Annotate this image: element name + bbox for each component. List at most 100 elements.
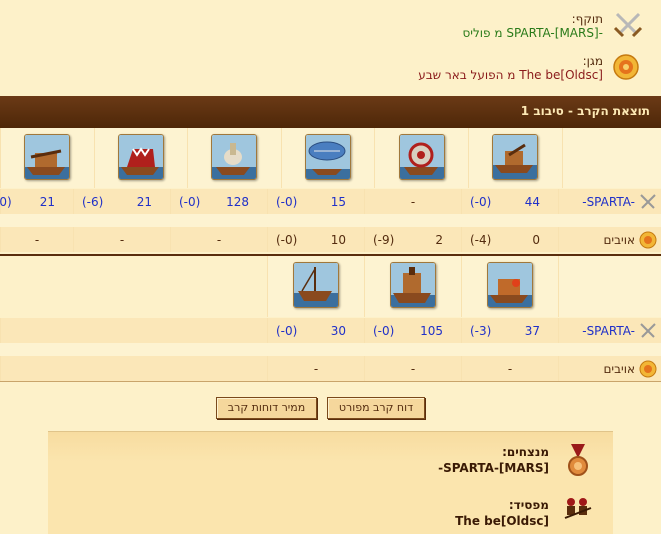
unit-count-cell: 10 (0-) (267, 227, 364, 252)
unit-loss: (0-) (470, 195, 492, 209)
attacker-units-row-1: -SPARTA- 44 (0-) - 15 (0-) 128 (0-) 21 (6-) … (0, 189, 661, 214)
unit-count-cell: 105 (0-) (364, 318, 461, 343)
unit-count-cell: - (364, 189, 461, 214)
empty-dash: - (410, 195, 416, 209)
report-converter-button[interactable]: ממיר דוחות קרב (216, 397, 317, 419)
battle-report: תוקף: -SPARTA-[MARS] מ פוליס מגן: The be… (0, 0, 661, 534)
ram-ship-icon (398, 134, 445, 180)
unit-cell (468, 128, 562, 188)
unit-count-cell: - (364, 356, 461, 381)
attacker-name[interactable]: -SPARTA- (582, 195, 635, 209)
crossed-swords-icon (640, 322, 656, 338)
crossed-swords-icon (613, 10, 643, 40)
unit-loss: (0-) (276, 324, 298, 338)
unit-cell (0, 128, 94, 188)
attacker-value[interactable]: -SPARTA-[MARS] מ פוליס (462, 26, 603, 40)
row-label: אויבים (558, 227, 661, 252)
defender-units-row-1: אויבים 0 (4-) 2 (9-) 10 (0-) - - - (0, 227, 661, 252)
round-shield-icon (613, 54, 643, 84)
unit-cell (267, 256, 364, 317)
attacker-label: תוקף: (571, 12, 603, 26)
unit-loss: (9-) (373, 233, 395, 247)
unit-count-cell: 15 (0-) (267, 189, 364, 214)
unit-count-cell: - (0, 227, 73, 252)
unit-loss: (0- (0, 195, 12, 209)
unit-count: 2 (435, 233, 443, 247)
unit-cell (280, 128, 375, 188)
paddle-speedboat-icon (390, 262, 436, 308)
unit-count: 21 (39, 195, 55, 209)
empty-cell (0, 356, 267, 381)
unit-count-cell: - (267, 356, 364, 381)
empty-dash: - (410, 362, 416, 376)
unit-count-cell: - (73, 227, 170, 252)
round-shield-icon (639, 360, 657, 377)
defender-label: מגן: (582, 54, 603, 68)
unit-count: 15 (330, 195, 346, 209)
medal-icon (563, 444, 593, 478)
unit-count-cell: 44 (0-) (461, 189, 558, 214)
empty-dash: - (34, 233, 40, 247)
unit-count-cell: 37 (3-) (461, 318, 558, 343)
row-spacer (0, 343, 661, 356)
unit-count: 10 (330, 233, 346, 247)
loser-block: מפסיד: The be[Oldsc] (455, 498, 549, 528)
unit-count-cell: 2 (9-) (364, 227, 461, 252)
defender-value[interactable]: The be[Oldsc] מ הפועל באר שבע (418, 68, 603, 82)
unit-loss: (0-) (276, 233, 298, 247)
loser-label: מפסיד: (508, 498, 549, 512)
unit-loss: (0-) (179, 195, 201, 209)
balloon-carrier-icon (305, 134, 352, 180)
unit-loss: (3-) (470, 324, 492, 338)
steam-ram-ship-icon (117, 134, 164, 180)
empty-dash: - (216, 233, 222, 247)
unit-cell (374, 128, 468, 188)
unit-loss: (0-) (276, 195, 298, 209)
defender-units-row-2: אויבים - - - (0, 356, 661, 381)
section-divider (0, 381, 661, 382)
unit-count-cell: 128 (0-) (170, 189, 267, 214)
unit-loss: (0-) (373, 324, 395, 338)
unit-icons-row-1 (0, 128, 661, 188)
round-shield-icon (639, 231, 657, 248)
unit-count: 44 (524, 195, 540, 209)
row-label: -SPARTA- (558, 318, 661, 343)
unit-count: 105 (420, 324, 443, 338)
empty-dash: - (313, 362, 319, 376)
fallen-soldiers-icon (563, 494, 593, 528)
mortar-ship-icon (211, 134, 258, 180)
unit-count-cell: 30 (0-) (267, 318, 364, 343)
unit-count-cell: 21 (0- (0, 189, 73, 214)
unit-count: 128 (226, 195, 249, 209)
row-spacer (0, 214, 661, 227)
winners-label: מנצחים: (502, 445, 549, 459)
detailed-report-button[interactable]: דוח קרב מפורט (327, 397, 425, 419)
winners-value[interactable]: -SPARTA-[MARS] (438, 461, 549, 475)
unit-count-cell: - (170, 227, 267, 252)
battle-summary: מנצחים: -SPARTA-[MARS] מפסיד: The be[Old… (48, 431, 613, 534)
rocket-ship-icon (487, 262, 533, 308)
attacker-name[interactable]: -SPARTA- (582, 324, 635, 338)
unit-count-cell: 21 (6-) (73, 189, 170, 214)
catapult-ship-icon (492, 134, 539, 180)
loser-value[interactable]: The be[Oldsc] (455, 514, 549, 528)
unit-cell (187, 128, 281, 188)
defender-name: אויבים (603, 232, 635, 247)
empty-cell (0, 318, 267, 343)
unit-count: 37 (524, 324, 540, 338)
empty-dash: - (507, 362, 513, 376)
unit-cell (93, 128, 188, 188)
ballista-ship-icon (24, 134, 71, 180)
unit-loss: (6-) (82, 195, 104, 209)
unit-count: 30 (330, 324, 346, 338)
unit-count: 0 (532, 233, 540, 247)
crossed-swords-icon (640, 193, 656, 209)
unit-count: 21 (136, 195, 152, 209)
unit-loss: (4-) (470, 233, 492, 247)
unit-count-cell: 0 (4-) (461, 227, 558, 252)
row-label: אויבים (558, 356, 661, 381)
attacker-units-row-2: -SPARTA- 37 (3-) 105 (0-) 30 (0-) (0, 318, 661, 343)
unit-cell (364, 256, 461, 317)
unit-count-cell: - (461, 356, 558, 381)
unit-icons-row-2 (0, 256, 661, 317)
